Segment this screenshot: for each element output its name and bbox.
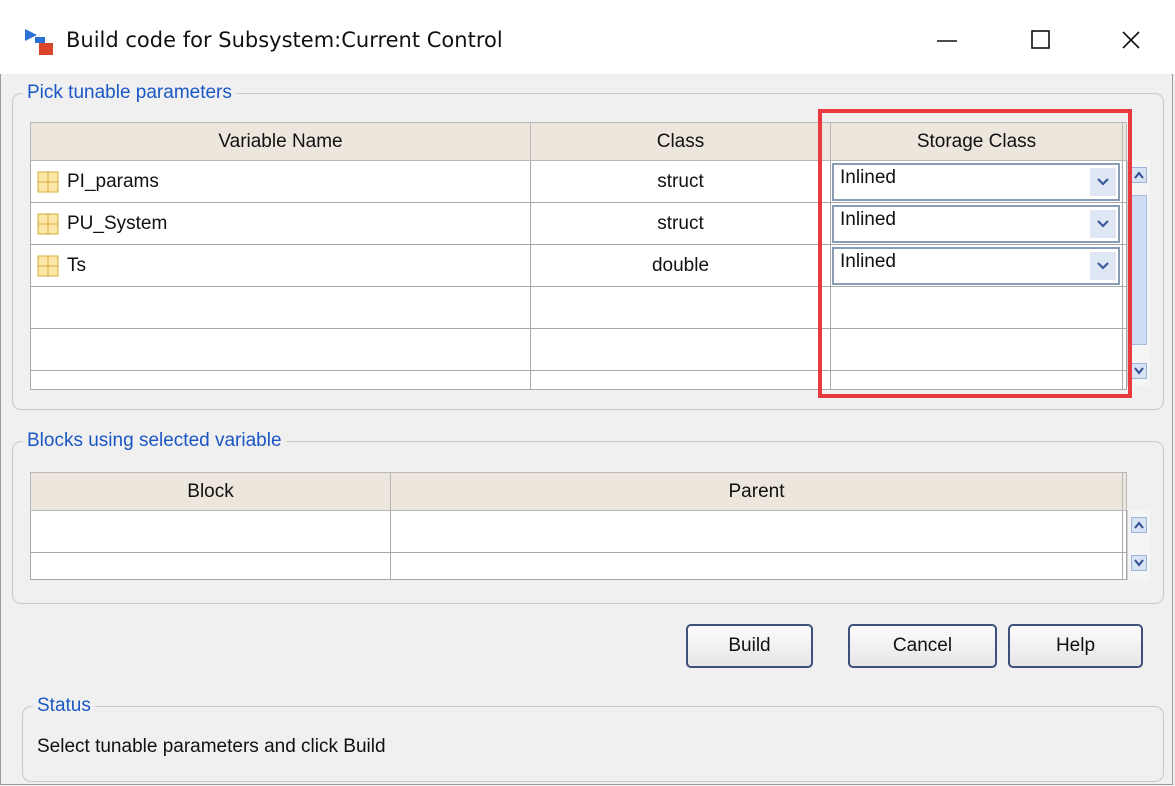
variable-name: Ts [67, 254, 86, 276]
blocks-legend: Blocks using selected variable [27, 430, 282, 451]
filler-cell [1122, 552, 1127, 580]
variable-name: PU_System [67, 212, 168, 234]
blocks-table-scrollbar[interactable] [1127, 510, 1150, 580]
variable-name-cell[interactable]: PU_System [30, 202, 531, 245]
struct-grid-icon [37, 171, 59, 192]
variable-name-cell[interactable]: PI_params [30, 160, 531, 203]
filler-cell [1122, 202, 1127, 245]
close-button[interactable] [1106, 18, 1156, 62]
status-legend: Status [37, 695, 91, 716]
table-row[interactable]: PU_System struct Inlined [30, 202, 1127, 245]
struct-grid-icon [37, 255, 59, 276]
title-bar: Build code for Subsystem:Current Control [0, 0, 1175, 74]
scroll-down-icon[interactable] [1131, 555, 1147, 571]
table-row [30, 286, 1127, 329]
column-header-storage-class[interactable]: Storage Class [830, 122, 1123, 161]
empty-cell [390, 552, 1123, 580]
table-row[interactable]: Ts double Inlined [30, 244, 1127, 287]
filler-cell [1122, 160, 1127, 203]
status-message: Select tunable parameters and click Buil… [37, 736, 386, 757]
filler-cell [1122, 370, 1127, 390]
table-header-row: Variable Name Class Storage Class [30, 122, 1127, 161]
filler-cell [1122, 244, 1127, 287]
window-title: Build code for Subsystem:Current Control [66, 28, 503, 52]
scroll-up-icon[interactable] [1131, 517, 1147, 533]
build-button[interactable]: Build [686, 624, 813, 668]
empty-cell [530, 286, 831, 329]
chevron-down-icon[interactable] [1090, 252, 1116, 280]
minimize-button[interactable] [922, 18, 972, 62]
tunable-parameters-table: Variable Name Class Storage Class PI_par… [30, 122, 1127, 390]
table-row [30, 370, 1127, 390]
column-header-variable-name[interactable]: Variable Name [30, 122, 531, 161]
tunable-parameters-legend: Pick tunable parameters [27, 82, 232, 103]
empty-cell [390, 510, 1123, 553]
empty-cell [30, 552, 391, 580]
storage-class-cell[interactable]: Inlined [830, 160, 1123, 203]
class-cell: struct [530, 160, 831, 203]
table-row [30, 328, 1127, 371]
minimize-icon [937, 40, 957, 42]
empty-cell [30, 510, 391, 553]
storage-class-cell[interactable]: Inlined [830, 244, 1123, 287]
struct-grid-icon [37, 213, 59, 234]
class-cell: struct [530, 202, 831, 245]
table-header-row: Block Parent [30, 472, 1127, 511]
scrollbar-thumb[interactable] [1131, 195, 1147, 345]
storage-class-dropdown[interactable]: Inlined [832, 163, 1120, 201]
storage-class-value: Inlined [840, 209, 896, 230]
maximize-icon [1031, 30, 1050, 49]
close-icon [1122, 31, 1140, 49]
empty-cell [830, 370, 1123, 390]
storage-class-dropdown[interactable]: Inlined [832, 205, 1120, 243]
column-header-filler [1122, 472, 1127, 511]
variable-name-cell[interactable]: Ts [30, 244, 531, 287]
column-header-block[interactable]: Block [30, 472, 391, 511]
help-button[interactable]: Help [1008, 624, 1143, 668]
table-row [30, 552, 1127, 580]
filler-cell [1122, 328, 1127, 371]
filler-cell [1122, 286, 1127, 329]
class-cell: double [530, 244, 831, 287]
storage-class-value: Inlined [840, 251, 896, 272]
storage-class-dropdown[interactable]: Inlined [832, 247, 1120, 285]
column-header-class[interactable]: Class [530, 122, 831, 161]
filler-cell [1122, 510, 1127, 553]
tunable-table-scrollbar[interactable] [1127, 160, 1150, 386]
simulink-build-icon [25, 29, 53, 55]
chevron-down-icon[interactable] [1090, 168, 1116, 196]
empty-cell [530, 328, 831, 371]
empty-cell [30, 286, 531, 329]
blocks-table: Block Parent [30, 472, 1127, 580]
empty-cell [30, 370, 531, 390]
column-header-parent[interactable]: Parent [390, 472, 1123, 511]
table-row[interactable]: PI_params struct Inlined [30, 160, 1127, 203]
maximize-button[interactable] [1016, 18, 1066, 62]
cancel-button[interactable]: Cancel [848, 624, 997, 668]
column-header-filler [1122, 122, 1127, 161]
empty-cell [830, 286, 1123, 329]
scroll-down-icon[interactable] [1131, 363, 1147, 379]
variable-name: PI_params [67, 170, 159, 192]
empty-cell [830, 328, 1123, 371]
storage-class-cell[interactable]: Inlined [830, 202, 1123, 245]
storage-class-value: Inlined [840, 167, 896, 188]
empty-cell [30, 328, 531, 371]
scroll-up-icon[interactable] [1131, 167, 1147, 183]
chevron-down-icon[interactable] [1090, 210, 1116, 238]
table-row [30, 510, 1127, 553]
empty-cell [530, 370, 831, 390]
